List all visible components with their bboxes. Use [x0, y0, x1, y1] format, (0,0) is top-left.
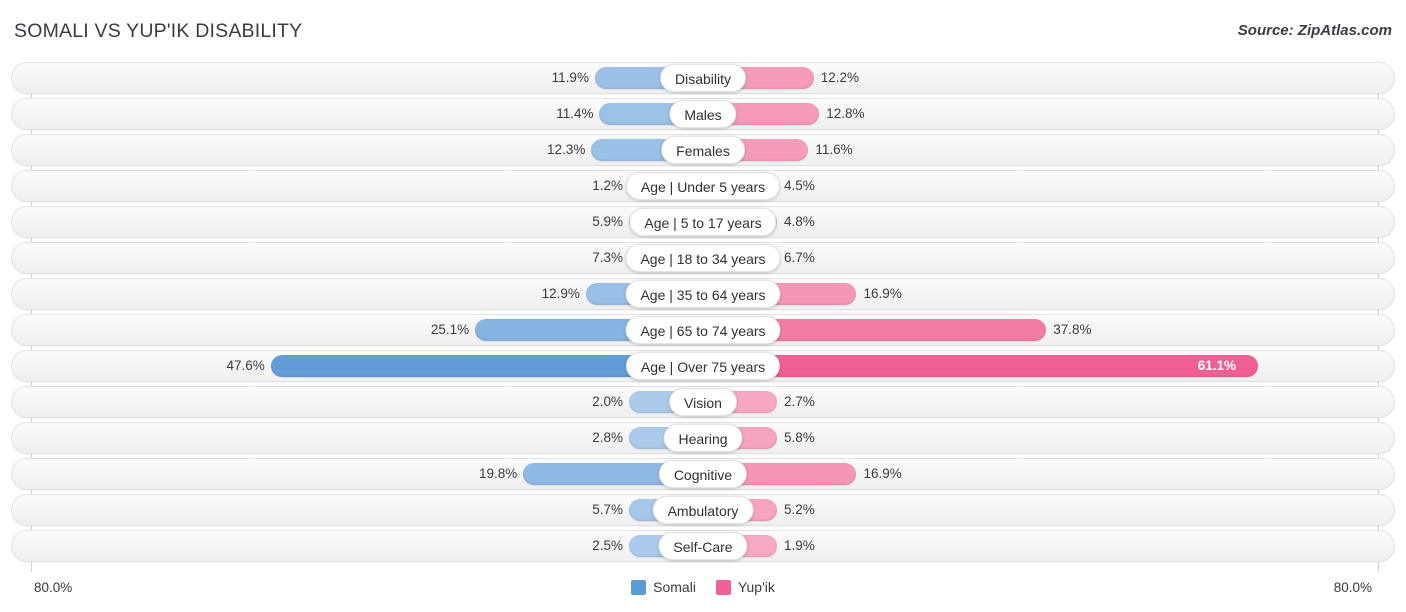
value-label-somali: 11.9%	[551, 70, 589, 85]
bar-row: 12.3% 11.6% Females	[0, 134, 1406, 166]
bar-yupik[interactable]	[703, 355, 1258, 377]
legend-swatch-icon	[715, 579, 731, 595]
value-label-yupik: 4.5%	[784, 178, 815, 193]
category-label-pill: Vision	[669, 388, 737, 416]
bar-row: 12.9% 16.9% Age | 35 to 64 years	[0, 278, 1406, 310]
value-label-somali: 7.3%	[592, 250, 623, 265]
value-label-somali: 12.9%	[541, 286, 580, 301]
value-label-yupik: 12.2%	[820, 70, 860, 85]
category-label-pill: Age | Over 75 years	[625, 352, 781, 380]
legend-swatch-icon	[631, 579, 647, 595]
bar-row: 2.0% 2.7% Vision	[0, 386, 1406, 418]
category-label-pill: Disability	[659, 64, 747, 92]
value-label-somali: 2.5%	[592, 538, 623, 553]
category-label-pill: Age | 65 to 74 years	[625, 316, 781, 344]
bar-row: 1.2% 4.5% Age | Under 5 years	[0, 170, 1406, 202]
chart-footer: 80.0% 80.0% Somali Yup'ik	[0, 574, 1406, 612]
category-label-pill: Hearing	[663, 424, 743, 452]
category-label-pill: Ambulatory	[652, 496, 754, 524]
category-label-pill: Females	[661, 136, 745, 164]
value-label-somali: 5.7%	[592, 502, 623, 517]
chart-plot-area: 11.9% 12.2% Disability 11.4% 12.8% Males 12.3%…	[0, 62, 1406, 574]
value-label-yupik: 5.8%	[784, 430, 815, 445]
bar-row: 25.1% 37.8% Age | 65 to 74 years	[0, 314, 1406, 346]
legend-item[interactable]: Somali	[631, 579, 696, 595]
bar-row: 5.9% 4.8% Age | 5 to 17 years	[0, 206, 1406, 238]
category-label-pill: Self-Care	[658, 532, 748, 560]
value-label-somali: 2.0%	[592, 394, 623, 409]
category-label-pill: Cognitive	[658, 460, 748, 488]
category-label-pill: Age | 5 to 17 years	[629, 208, 777, 236]
value-label-somali: 1.2%	[592, 178, 623, 193]
value-label-yupik: 2.7%	[784, 394, 815, 409]
value-label-somali: 25.1%	[430, 322, 470, 337]
value-label-yupik: 16.9%	[863, 466, 902, 481]
value-label-somali: 47.6%	[226, 358, 265, 373]
value-label-somali: 5.9%	[592, 214, 623, 229]
page-title: SOMALI VS YUP'IK DISABILITY	[14, 20, 303, 42]
value-label-somali: 11.4%	[556, 106, 594, 121]
bar-row: 47.6% 61.1% Age | Over 75 years	[0, 350, 1406, 382]
value-label-yupik: 4.8%	[784, 214, 815, 229]
source-attribution: Source: ZipAtlas.com	[1237, 22, 1392, 39]
value-label-yupik: 61.1%	[1197, 358, 1237, 373]
bar-row: 7.3% 6.7% Age | 18 to 34 years	[0, 242, 1406, 274]
chart-header: SOMALI VS YUP'IK DISABILITY Source: ZipA…	[0, 0, 1406, 62]
bar-row: 11.4% 12.8% Males	[0, 98, 1406, 130]
bar-rows-container: 11.9% 12.2% Disability 11.4% 12.8% Males 12.3%…	[0, 62, 1406, 566]
value-label-yupik: 1.9%	[784, 538, 815, 553]
value-label-yupik: 6.7%	[784, 250, 815, 265]
value-label-yupik: 12.8%	[826, 106, 865, 121]
value-label-yupik: 16.9%	[863, 286, 902, 301]
category-label-pill: Age | 18 to 34 years	[625, 244, 781, 272]
value-label-somali: 2.8%	[592, 430, 623, 445]
legend-item[interactable]: Yup'ik	[715, 579, 775, 595]
category-label-pill: Age | Under 5 years	[625, 172, 781, 200]
value-label-somali: 12.3%	[547, 142, 586, 157]
category-label-pill: Males	[669, 100, 737, 128]
legend-label: Somali	[653, 579, 696, 595]
bar-row: 2.8% 5.8% Hearing	[0, 422, 1406, 454]
value-label-yupik: 11.6%	[815, 142, 853, 157]
value-label-yupik: 5.2%	[784, 502, 815, 517]
bar-row: 2.5% 1.9% Self-Care	[0, 530, 1406, 562]
legend-label: Yup'ik	[737, 579, 775, 595]
chart-legend: Somali Yup'ik	[0, 579, 1406, 595]
value-label-somali: 19.8%	[478, 466, 518, 481]
category-label-pill: Age | 35 to 64 years	[625, 280, 781, 308]
bar-row: 19.8% 16.9% Cognitive	[0, 458, 1406, 490]
bar-row: 5.7% 5.2% Ambulatory	[0, 494, 1406, 526]
value-label-yupik: 37.8%	[1053, 322, 1092, 337]
bar-row: 11.9% 12.2% Disability	[0, 62, 1406, 94]
